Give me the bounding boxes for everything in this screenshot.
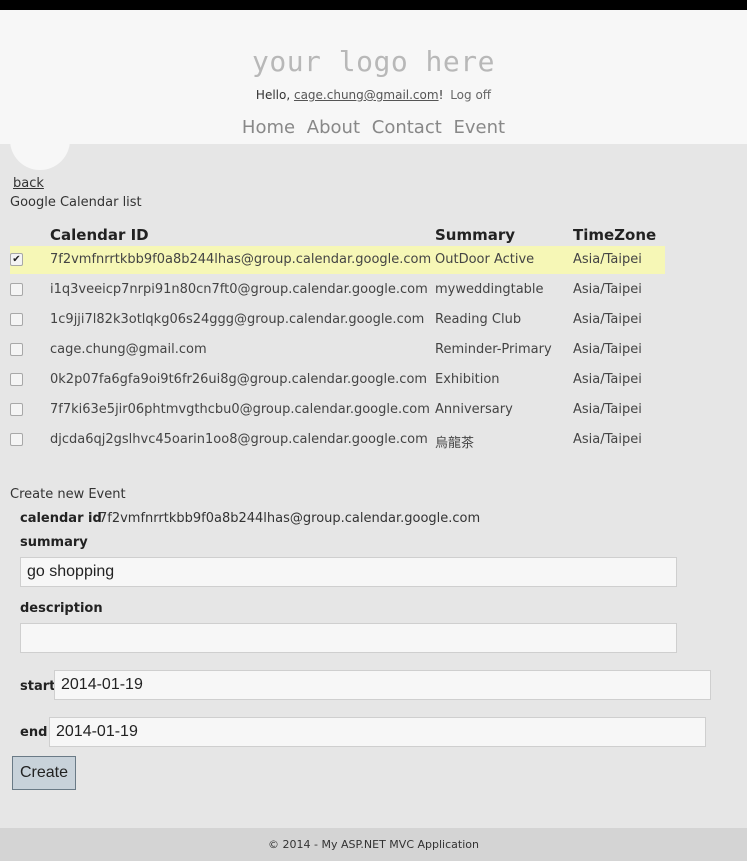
summary-cell: Anniversary — [435, 402, 513, 417]
top-bar — [0, 0, 747, 10]
create-button[interactable]: Create — [12, 756, 76, 790]
start-date-input[interactable] — [54, 670, 711, 700]
greeting-suffix: ! — [438, 88, 444, 102]
site-header: your logo here Hello, cage.chung@gmail.c… — [0, 10, 747, 144]
logoff-link[interactable]: Log off — [450, 88, 491, 102]
calendar-row[interactable]: 7f7ki63e5jir06phtmvgthcbu0@group.calenda… — [10, 396, 665, 424]
site-logo: your logo here — [251, 45, 495, 78]
greeting-text: Hello, — [255, 88, 291, 102]
column-header-summary: Summary — [435, 226, 516, 244]
calendar-id-cell: 7f7ki63e5jir06phtmvgthcbu0@group.calenda… — [50, 402, 430, 417]
create-event-title: Create new Event — [10, 487, 126, 502]
timezone-cell: Asia/Taipei — [573, 252, 642, 267]
summary-label: summary — [20, 535, 88, 550]
column-header-timezone: TimeZone — [573, 226, 657, 244]
nav-event[interactable]: Event — [454, 117, 506, 138]
calendar-id-cell: 0k2p07fa6gfa9oi9t6fr26ui8g@group.calenda… — [50, 372, 428, 387]
nav-about[interactable]: About — [307, 117, 360, 138]
calendar-id-cell: 7f2vmfnrrtkbb9f0a8b244lhas@group.calenda… — [50, 252, 432, 267]
calendar-id-cell: 1c9jji7l82k3otlqkg06s24ggg@group.calenda… — [50, 312, 425, 327]
row-checkbox[interactable] — [10, 343, 23, 356]
timezone-cell: Asia/Taipei — [573, 432, 642, 447]
nav-contact[interactable]: Contact — [372, 117, 442, 138]
timezone-cell: Asia/Taipei — [573, 282, 642, 297]
back-link[interactable]: back — [13, 176, 44, 191]
summary-cell: Reminder-Primary — [435, 342, 552, 357]
calendar-id-cell: djcda6qj2gslhvc45oarin1oo8@group.calenda… — [50, 432, 428, 447]
calendar-id-cell: cage.chung@gmail.com — [50, 342, 207, 357]
summary-cell: 烏龍茶 — [435, 436, 475, 451]
row-checkbox[interactable] — [10, 403, 23, 416]
calendar-list-title: Google Calendar list — [10, 195, 142, 210]
row-checkbox[interactable] — [10, 373, 23, 386]
calendar-row[interactable]: cage.chung@gmail.com Reminder-Primary As… — [10, 336, 665, 364]
calendar-id-value: 7f2vmfnrrtkbb9f0a8b244lhas@group.calenda… — [99, 511, 481, 526]
summary-cell: Reading Club — [435, 312, 522, 327]
summary-cell: myweddingtable — [435, 282, 544, 297]
calendar-row[interactable]: ✔ 7f2vmfnrrtkbb9f0a8b244lhas@group.calen… — [10, 246, 665, 274]
timezone-cell: Asia/Taipei — [573, 402, 642, 417]
row-checkbox[interactable] — [10, 283, 23, 296]
calendar-id-cell: i1q3veeicp7nrpi91n80cn7ft0@group.calenda… — [50, 282, 428, 297]
timezone-cell: Asia/Taipei — [573, 312, 642, 327]
calendar-id-label: calendar id — [20, 511, 102, 526]
row-checkbox[interactable]: ✔ — [10, 253, 23, 266]
main-nav: Home About Contact Event — [0, 117, 747, 138]
calendar-row[interactable]: i1q3veeicp7nrpi91n80cn7ft0@group.calenda… — [10, 276, 665, 304]
timezone-cell: Asia/Taipei — [573, 342, 642, 357]
header-decoration — [10, 128, 70, 170]
row-checkbox[interactable] — [10, 313, 23, 326]
description-label: description — [20, 601, 103, 616]
end-date-input[interactable] — [49, 717, 706, 747]
start-label: start — [20, 679, 56, 694]
summary-input[interactable] — [20, 557, 677, 587]
login-status: Hello, cage.chung@gmail.com! Log off — [0, 88, 747, 102]
row-checkbox[interactable] — [10, 433, 23, 446]
end-label: end — [20, 725, 48, 740]
calendar-row[interactable]: djcda6qj2gslhvc45oarin1oo8@group.calenda… — [10, 426, 665, 454]
calendar-row[interactable]: 1c9jji7l82k3otlqkg06s24ggg@group.calenda… — [10, 306, 665, 334]
calendar-row[interactable]: 0k2p07fa6gfa9oi9t6fr26ui8g@group.calenda… — [10, 366, 665, 394]
timezone-cell: Asia/Taipei — [573, 372, 642, 387]
user-email-link[interactable]: cage.chung@gmail.com — [294, 88, 439, 102]
column-header-calendar-id: Calendar ID — [50, 226, 149, 244]
summary-cell: Exhibition — [435, 372, 500, 387]
nav-home[interactable]: Home — [242, 117, 295, 138]
footer-copyright: © 2014 - My ASP.NET MVC Application — [0, 828, 747, 861]
summary-cell: OutDoor Active — [435, 252, 535, 267]
description-input[interactable] — [20, 623, 677, 653]
